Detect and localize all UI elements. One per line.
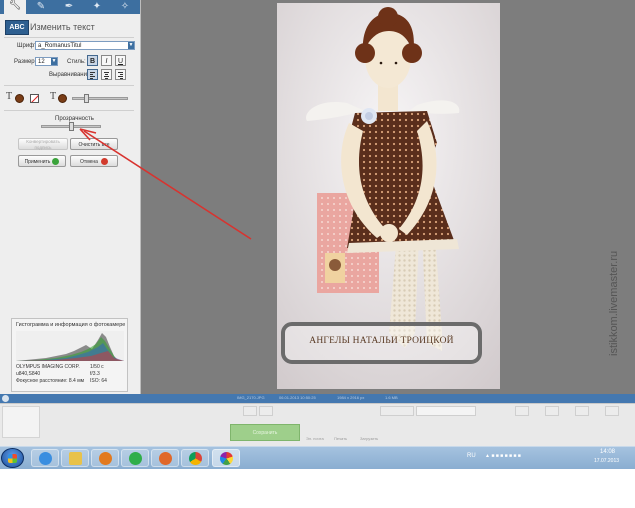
opacity-label: Прозрачность (55, 116, 94, 122)
folder-icon (69, 452, 82, 465)
cancel-label: Отмена (80, 159, 98, 165)
focal-length: Фокусное расстояние: 8.4 мм (16, 378, 85, 384)
bold-button[interactable]: B (87, 55, 98, 66)
style-label: Стиль: (67, 59, 86, 65)
taskbar-chrome[interactable] (181, 449, 209, 467)
picasa-icon (220, 452, 233, 465)
email-button[interactable]: Эл. почта (306, 436, 324, 441)
tool-tabs: 🔧︎ ✎ ✒ ✦ ✧ (0, 0, 140, 14)
aperture: f/3.3 (90, 371, 100, 377)
chevron-down-icon: ▼ (128, 42, 134, 49)
windows-taskbar: RU ▲ ■ ■ ■ ■ ■ ■ ■ 14:08 17.07.2013 (0, 446, 635, 469)
info-icon (2, 395, 9, 402)
firefox-icon (159, 452, 172, 465)
text-color-swatch[interactable] (15, 94, 24, 103)
no-outline-swatch[interactable] (30, 94, 39, 103)
rotate-left-button[interactable] (243, 406, 257, 416)
panel-title: Изменить текст (30, 22, 95, 32)
help-icon[interactable] (605, 406, 619, 416)
histogram-graph (16, 331, 124, 361)
share-icon[interactable] (575, 406, 589, 416)
font-value: a_RomanusTitul (38, 43, 82, 49)
histogram-panel: Гистограмма и информация о фотокамере OL… (11, 318, 128, 392)
rotate-right-button[interactable] (259, 406, 273, 416)
text-overlay[interactable]: АНГЕЛЫ НАТАЛЬИ ТРОИЦКОЙ (281, 322, 482, 364)
edit-text-panel: 🔧︎ ✎ ✒ ✦ ✧ ABC Изменить текст Шрифт: a_R… (0, 0, 141, 395)
align-left-button[interactable] (87, 69, 98, 80)
caption-text: АНГЕЛЫ НАТАЛЬИ ТРОИЦКОЙ (309, 336, 454, 346)
size-select[interactable]: 12 ▼ (35, 57, 58, 66)
font-select[interactable]: a_RomanusTitul ▼ (35, 41, 135, 50)
check-icon (52, 158, 60, 166)
save-button[interactable]: Сохранить (230, 424, 300, 441)
pencil-icon[interactable]: ✒ (58, 1, 80, 13)
italic-button[interactable]: I (101, 55, 112, 66)
size-label: Размер: (14, 59, 37, 65)
divider (4, 110, 134, 111)
shadow-slider-track[interactable] (72, 97, 128, 100)
tray-icons[interactable]: ▲ ■ ■ ■ ■ ■ ■ ■ (485, 453, 521, 459)
status-dimensions: 1984 x 2916 px (337, 395, 365, 400)
shadow-slider-thumb[interactable] (84, 94, 89, 103)
taskbar-explorer[interactable] (61, 449, 89, 467)
size-value: 12 (38, 59, 45, 65)
taskbar-firefox[interactable] (151, 449, 179, 467)
iso: ISO: 64 (90, 378, 107, 384)
clear-all-button[interactable]: Очистить все (70, 138, 118, 150)
underline-button[interactable]: U (115, 55, 126, 66)
wrench-icon[interactable]: 🔧︎ (4, 0, 26, 14)
close-icon (100, 158, 108, 166)
clock-time[interactable]: 14:08 (600, 449, 615, 455)
shutter-speed: 1/50 с (90, 364, 104, 370)
abc-text-icon: ABC (5, 20, 29, 35)
zoom-slider[interactable] (416, 406, 476, 416)
sparkle-icon[interactable]: ✧ (114, 1, 136, 13)
view-mode-button[interactable] (380, 406, 414, 416)
map-pin-icon[interactable] (545, 406, 559, 416)
divider (4, 37, 134, 38)
cancel-button[interactable]: Отмена (70, 155, 118, 167)
status-filename: IMG_2170.JPG (237, 395, 265, 400)
icq-icon (129, 452, 142, 465)
clock-date[interactable]: 17.07.2013 (594, 458, 619, 464)
chrome-icon (189, 452, 202, 465)
shadow-color-swatch[interactable] (58, 94, 67, 103)
taskbar-ie[interactable] (31, 449, 59, 467)
start-button[interactable] (1, 448, 24, 468)
status-bar: IMG_2170.JPG 06.01.2013 10:50:25 1984 x … (0, 394, 635, 403)
watermark-text: istikkom.livemaster.ru (608, 250, 620, 356)
taskbar-media[interactable] (91, 449, 119, 467)
divider (4, 85, 134, 86)
camera-maker: OLYMPUS IMAGING CORP. (16, 364, 80, 370)
play-icon (99, 452, 112, 465)
upload-button[interactable]: Загрузить (360, 436, 378, 441)
taskbar-picasa[interactable] (212, 449, 240, 467)
ie-icon (39, 452, 52, 465)
person-icon[interactable] (515, 406, 529, 416)
align-center-button[interactable] (101, 69, 112, 80)
align-label: Выравнивание: (49, 72, 92, 78)
status-filesize: 1.6 MB (385, 395, 398, 400)
thumbnail-strip[interactable] (2, 406, 40, 438)
histogram-title: Гистограмма и информация о фотокамере (16, 322, 126, 328)
brush-icon[interactable]: ✎ (30, 1, 52, 13)
chevron-down-icon: ▼ (51, 58, 57, 65)
apply-label: Применить (24, 159, 51, 165)
photo-editor-window: 🔧︎ ✎ ✒ ✦ ✧ ABC Изменить текст Шрифт: a_R… (0, 0, 635, 447)
taskbar-icq[interactable] (121, 449, 149, 467)
language-indicator[interactable]: RU (467, 453, 476, 459)
status-date: 06.01.2013 10:50:25 (279, 395, 316, 400)
opacity-slider-thumb[interactable] (69, 122, 74, 131)
text-color-icon: T (6, 91, 13, 102)
magic-icon[interactable]: ✦ (86, 1, 108, 13)
print-button[interactable]: Печать (334, 436, 347, 441)
camera-model: u840,S840 (16, 371, 41, 377)
align-right-button[interactable] (115, 69, 126, 80)
convert-signature-button[interactable]: Конвертировать подпись (18, 138, 68, 150)
shadow-color-icon: T (50, 91, 57, 102)
apply-button[interactable]: Применить (18, 155, 66, 167)
